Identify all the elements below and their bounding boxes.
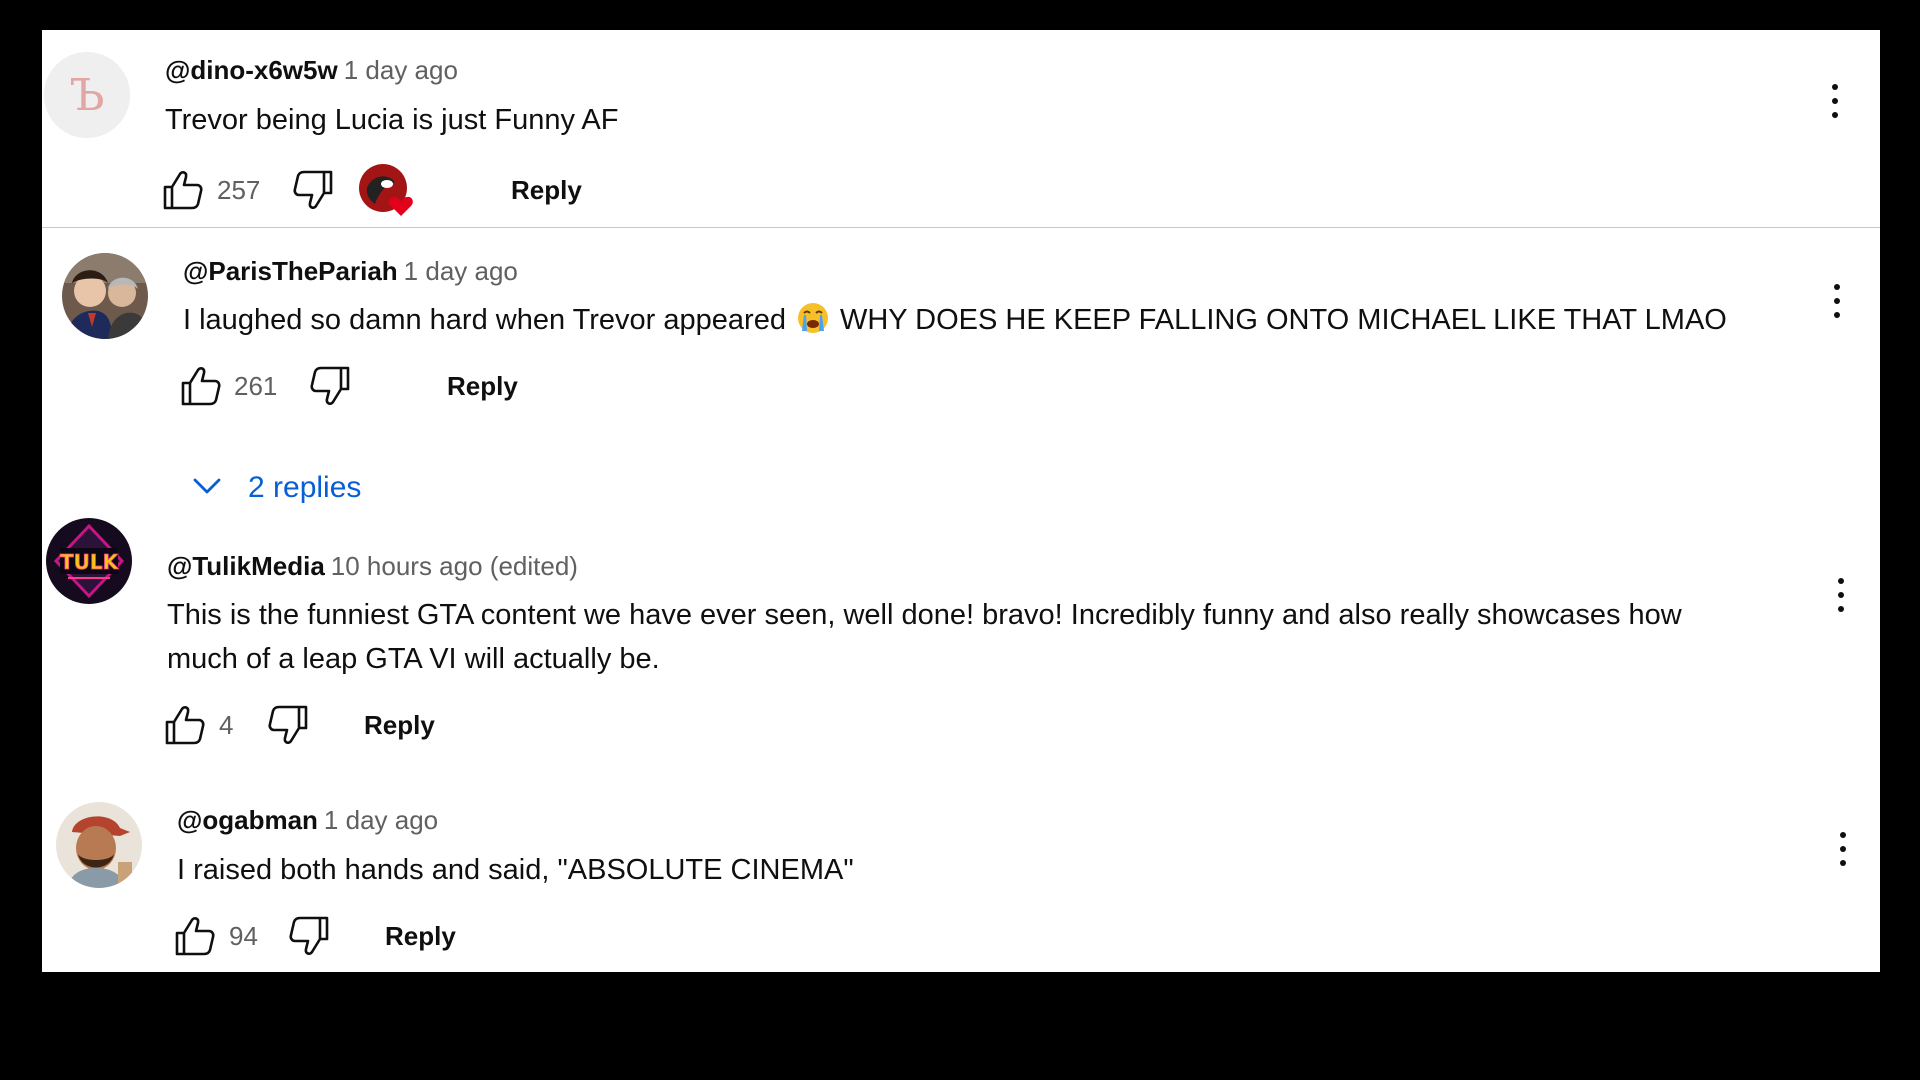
dislike-button[interactable] [306, 362, 354, 410]
like-button[interactable] [171, 912, 219, 960]
thumbs-down-icon [268, 705, 308, 744]
action-menu-button[interactable] [1828, 826, 1858, 872]
comment-text-part: I laughed so damn hard when Trevor appea… [183, 304, 786, 336]
reply-button[interactable]: Reply [364, 709, 435, 741]
avatar-image-icon [62, 253, 148, 339]
avatar[interactable]: Ъ [44, 52, 130, 138]
creator-heart-badge [357, 162, 413, 218]
thumbs-down-icon [289, 916, 329, 955]
comment-time[interactable]: 1 day ago [324, 805, 438, 835]
replies-count-label: 2 replies [248, 471, 362, 504]
comment-actions: 261 Reply [177, 362, 537, 410]
like-button[interactable] [177, 362, 225, 410]
like-button[interactable] [159, 166, 207, 214]
avatar[interactable]: TULK [46, 518, 132, 604]
author-name[interactable]: @ParisThePariah [183, 256, 398, 286]
thumbs-up-icon [181, 367, 221, 406]
author-name[interactable]: @ogabman [177, 805, 318, 835]
comment-time[interactable]: 1 day ago [344, 55, 458, 85]
svg-text:TULK: TULK [60, 550, 120, 574]
action-menu-button[interactable] [1822, 278, 1852, 324]
like-count: 94 [229, 921, 258, 951]
comment-header: @ParisThePariah 1 day ago [183, 255, 518, 287]
comment-text: This is the funniest GTA content we have… [167, 593, 1807, 681]
comments-panel: Ъ @dino-x6w5w 1 day ago Trevor being Luci… [42, 30, 1880, 972]
like-count: 257 [217, 175, 261, 205]
comment-text: Trevor being Lucia is just Funny AF [165, 104, 619, 136]
dislike-button[interactable] [264, 701, 312, 749]
comment-text: I raised both hands and said, "ABSOLUTE … [177, 854, 854, 886]
like-count: 261 [234, 371, 278, 401]
avatar[interactable] [56, 802, 142, 888]
comment-actions: 4 Reply [161, 701, 501, 749]
thumbs-up-icon [175, 917, 215, 956]
comment-actions: 257 Reply [159, 164, 639, 216]
tulik-logo-icon: TULK [46, 518, 132, 604]
comment-header: @dino-x6w5w 1 day ago [165, 54, 458, 86]
avatar[interactable] [62, 253, 148, 339]
reply-button[interactable]: Reply [447, 370, 518, 402]
comment-actions: 94 Reply [171, 912, 511, 960]
dislike-button[interactable] [289, 166, 337, 214]
comment-time[interactable]: 1 day ago [404, 256, 518, 286]
svg-text:Ъ: Ъ [70, 70, 105, 121]
comment-time[interactable]: 10 hours ago (edited) [331, 551, 578, 581]
comment-text-part: WHY DOES HE KEEP FALLING ONTO MICHAEL LI… [839, 304, 1727, 336]
reply-button[interactable]: Reply [511, 174, 582, 206]
avatar-letter-icon: Ъ [44, 52, 130, 138]
comment-text: I laughed so damn hard when Trevor appea… [183, 298, 1727, 348]
chevron-down-icon [193, 478, 221, 494]
author-name[interactable]: @TulikMedia [167, 551, 325, 581]
dislike-button[interactable] [285, 912, 333, 960]
comment-header: @TulikMedia 10 hours ago (edited) [167, 550, 578, 582]
action-menu-button[interactable] [1820, 78, 1850, 124]
thumbs-down-icon [293, 170, 333, 209]
thread-divider [42, 227, 1880, 228]
loudly-crying-face-icon [796, 301, 830, 348]
comment-text-line: This is the funniest GTA content we have… [167, 599, 1682, 631]
author-name[interactable]: @dino-x6w5w [165, 55, 338, 85]
reply-button[interactable]: Reply [385, 920, 456, 952]
thumbs-down-icon [310, 366, 350, 405]
comment-header: @ogabman 1 day ago [177, 804, 438, 836]
thumbs-up-icon [165, 706, 205, 745]
thumbs-up-icon [163, 171, 203, 210]
creator-heart-icon [359, 164, 413, 216]
like-button[interactable] [161, 701, 209, 749]
action-menu-button[interactable] [1826, 572, 1856, 618]
comment-text-line: much of a leap GTA VI will actually be. [167, 643, 660, 675]
view-replies-button[interactable]: 2 replies [192, 468, 432, 508]
avatar-image-icon [56, 802, 142, 888]
like-count: 4 [219, 710, 234, 740]
